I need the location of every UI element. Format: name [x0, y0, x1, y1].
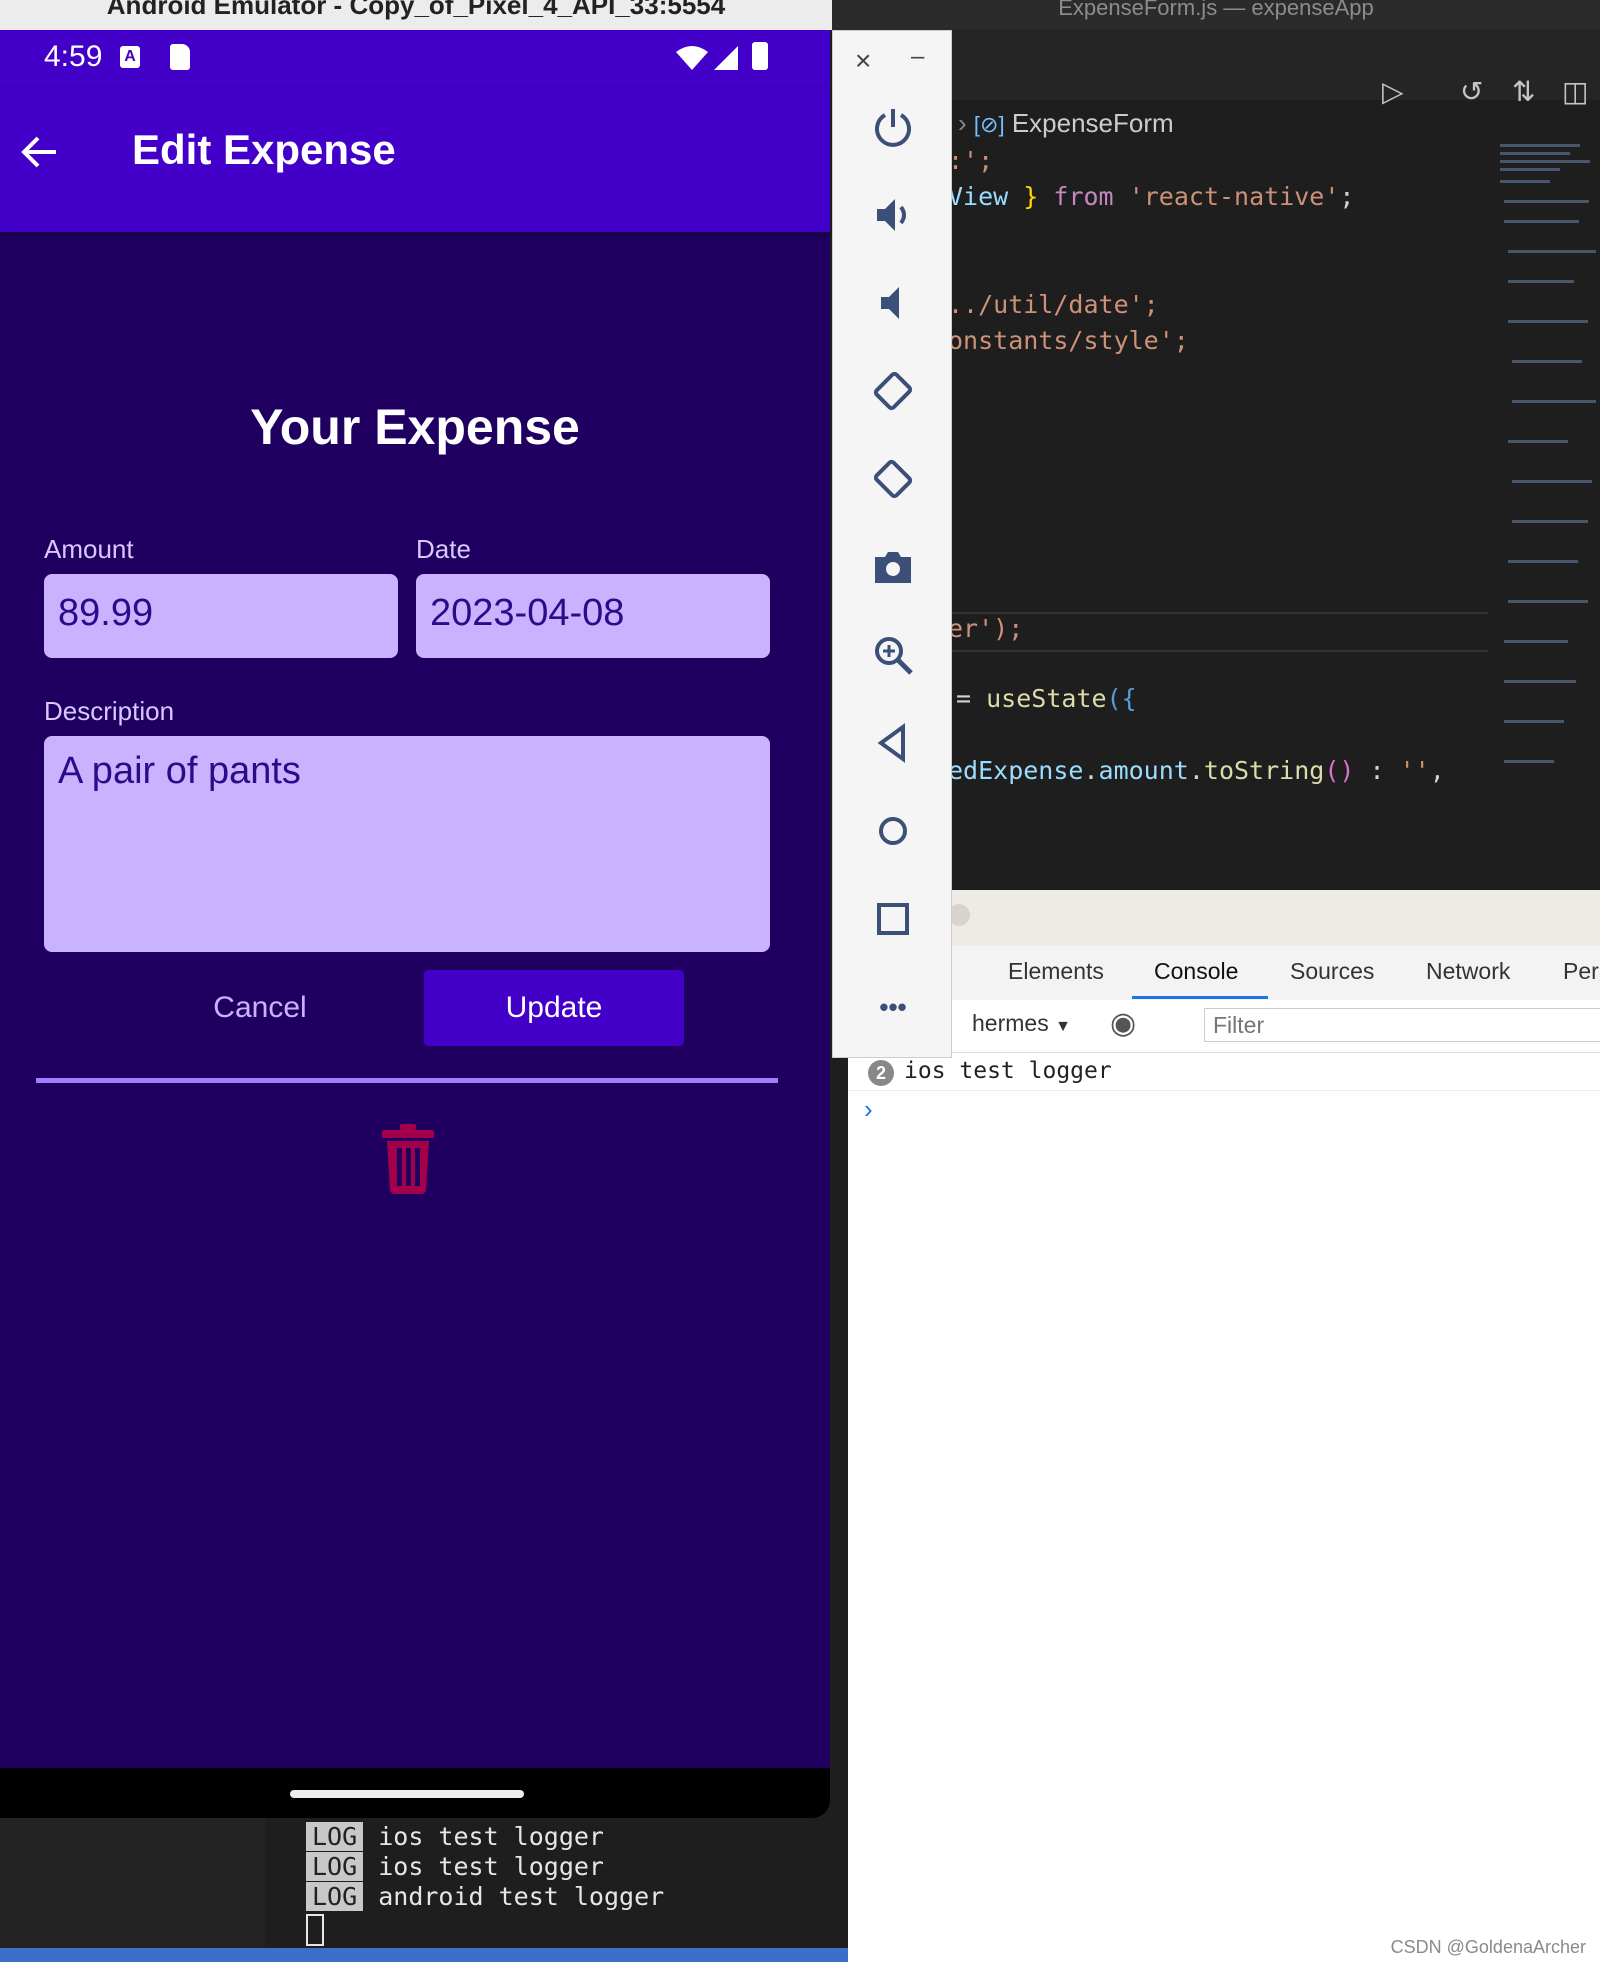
devtools-tabs: Elements Console Sources Network Per: [848, 946, 1600, 1001]
terminal-log-line: LOG ios test logger: [306, 1852, 604, 1881]
source-control-icon[interactable]: ⇅: [1512, 75, 1535, 108]
trash-icon[interactable]: [380, 1124, 436, 1194]
status-bar: [0, 1948, 848, 1962]
repeat-count-badge: 2: [868, 1060, 894, 1086]
code-line: = useState({: [956, 684, 1137, 713]
console-message-text: ios test logger: [904, 1058, 1112, 1084]
split-editor-icon[interactable]: ◫: [1562, 75, 1588, 108]
sd-card-icon: [170, 44, 190, 70]
rotate-left-icon[interactable]: [871, 369, 915, 413]
tab-console[interactable]: Console: [1154, 958, 1238, 985]
date-label: Date: [416, 534, 471, 564]
caret-down-icon: ▼: [1055, 1018, 1071, 1035]
active-tab-indicator: [1132, 996, 1268, 999]
log-text: ios test logger: [378, 1822, 604, 1851]
update-button[interactable]: Update: [424, 970, 684, 1046]
cancel-button[interactable]: Cancel: [140, 970, 380, 1046]
close-icon[interactable]: ×: [855, 45, 871, 77]
tab-sources[interactable]: Sources: [1290, 958, 1374, 985]
amount-input[interactable]: 89.99: [44, 574, 398, 658]
power-icon[interactable]: [871, 105, 915, 149]
timeline-icon[interactable]: ↺: [1460, 75, 1483, 108]
date-input[interactable]: 2023-04-08: [416, 574, 770, 658]
breadcrumb-label: ExpenseForm: [1011, 108, 1174, 138]
minimize-icon[interactable]: –: [911, 43, 924, 71]
code-line: er');: [948, 614, 1024, 643]
notification-icon: A: [120, 46, 140, 68]
overview-icon[interactable]: [871, 897, 915, 941]
terminal-log-line: LOG android test logger: [306, 1882, 664, 1911]
amount-label: Amount: [44, 534, 134, 564]
tab-network[interactable]: Network: [1426, 958, 1510, 985]
context-selector[interactable]: hermes ▼: [972, 1010, 1071, 1037]
code-line: onstants/style';: [948, 326, 1189, 355]
vscode-window-title: ExpenseForm.js — expenseApp: [832, 0, 1600, 30]
watermark: CSDN @GoldenaArcher: [1390, 1937, 1586, 1957]
chevron-right-icon: ›: [958, 108, 967, 138]
description-label: Description: [44, 696, 175, 726]
current-line-highlight: [948, 612, 1488, 652]
divider: [36, 1078, 778, 1083]
battery-icon: [752, 42, 768, 70]
app-bar: Edit Expense: [0, 88, 830, 232]
back-icon[interactable]: [871, 721, 915, 765]
filter-input[interactable]: [1204, 1008, 1600, 1042]
terminal-log-line: LOG ios test logger: [306, 1822, 604, 1851]
back-arrow-icon[interactable]: [20, 132, 60, 172]
minimap[interactable]: [1488, 140, 1600, 890]
emulator-window-title: Android Emulator - Copy_of_Pixel_4_API_3…: [0, 0, 832, 30]
appbar-title: Edit Expense: [132, 126, 396, 173]
log-tag: LOG: [306, 1822, 364, 1851]
context-label: hermes: [972, 1010, 1049, 1036]
more-icon[interactable]: •••: [871, 985, 915, 1029]
log-tag: LOG: [306, 1852, 364, 1881]
volume-down-icon[interactable]: [871, 281, 915, 325]
log-text: android test logger: [378, 1882, 665, 1911]
signal-icon: [714, 46, 738, 70]
console-prompt[interactable]: ›: [864, 1094, 873, 1125]
volume-up-icon[interactable]: [871, 193, 915, 237]
wifi-icon: [676, 46, 708, 70]
breadcrumb[interactable]: › [⊘] ExpenseForm: [958, 108, 1174, 139]
description-input[interactable]: A pair of pants: [44, 736, 770, 952]
run-debug-icon[interactable]: ▷: [1382, 75, 1404, 108]
tab-elements[interactable]: Elements: [1008, 958, 1104, 985]
screen-title: Your Expense: [250, 399, 580, 455]
camera-icon[interactable]: [871, 545, 915, 589]
log-text: ios test logger: [378, 1852, 604, 1881]
code-line: :';: [948, 146, 994, 175]
eye-icon[interactable]: ◉: [1110, 1006, 1136, 1041]
home-icon[interactable]: [871, 809, 915, 853]
terminal-sidebar: [0, 1818, 265, 1962]
code-line: ../util/date';: [948, 290, 1159, 319]
code-line: edExpense.amount.toString() : '',: [948, 756, 1445, 785]
log-tag: LOG: [306, 1882, 364, 1911]
zoom-icon[interactable]: [871, 633, 915, 677]
phone-screen: 4:59 A Edit Expense Your Expense Amount …: [0, 30, 830, 1818]
status-time: 4:59: [44, 40, 103, 73]
home-gesture-pill[interactable]: [290, 1790, 524, 1798]
android-status-bar: 4:59 A: [0, 30, 830, 88]
rotate-right-icon[interactable]: [871, 457, 915, 501]
terminal-cursor: [306, 1914, 324, 1946]
console-filter-bar: hermes ▼ ◉: [848, 1000, 1600, 1053]
devtools-titlebar: [848, 890, 1600, 946]
code-line: View } from 'react-native';: [948, 182, 1355, 211]
symbol-icon: [⊘]: [973, 112, 1005, 137]
tab-performance[interactable]: Per: [1563, 958, 1599, 985]
android-nav-bar: [0, 1768, 830, 1818]
emulator-control-panel: × – •••: [832, 30, 952, 1058]
console-message: 2 ios test logger: [848, 1052, 1600, 1091]
